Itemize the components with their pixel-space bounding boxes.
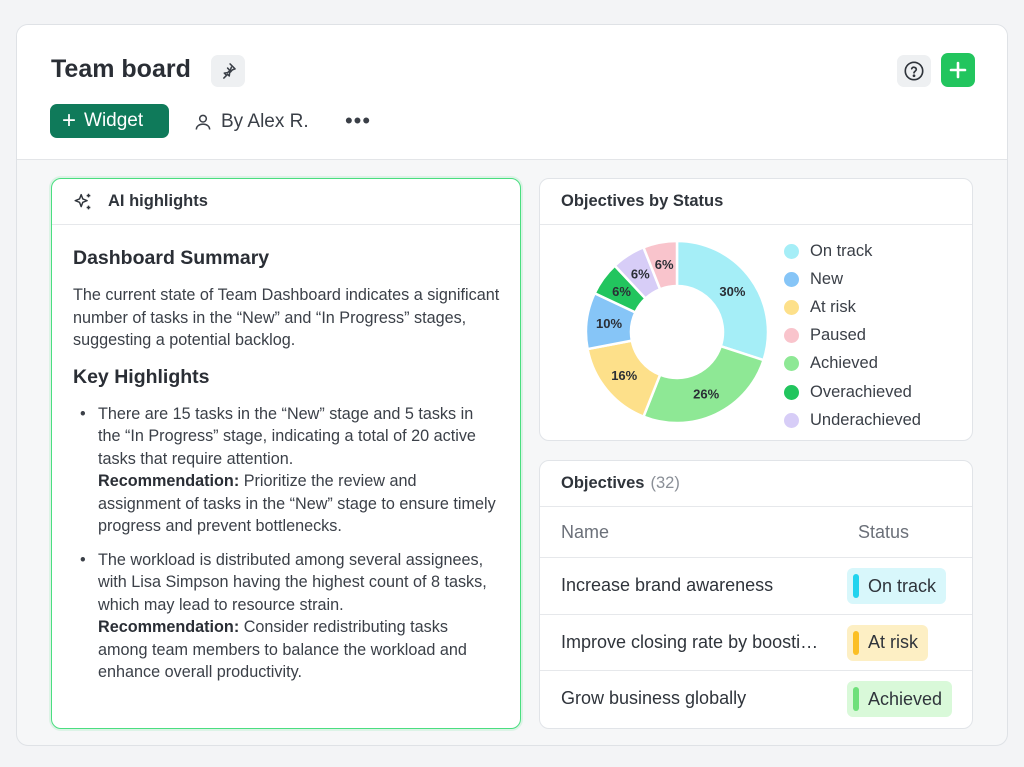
chart-legend: On track New At risk Paused Achieved Overachi… xyxy=(784,237,921,434)
widget-button-label: Widget xyxy=(84,110,144,131)
legend-item[interactable]: At risk xyxy=(784,293,921,321)
recommendation-label: Recommendation: xyxy=(98,618,240,636)
ai-highlights-header: AI highlights xyxy=(52,179,520,225)
add-widget-button[interactable]: + Widget xyxy=(50,104,169,138)
board-header: Team board + Widget By Alex R. ••• xyxy=(17,25,1007,160)
highlight-item: The workload is distributed among severa… xyxy=(73,549,500,684)
status-label: At risk xyxy=(868,632,919,652)
legend-item[interactable]: Overachieved xyxy=(784,378,921,406)
help-button[interactable] xyxy=(897,55,931,87)
legend-item[interactable]: Paused xyxy=(784,322,921,350)
plus-icon: + xyxy=(62,107,77,134)
help-icon xyxy=(904,61,924,81)
donut-slice-on-track[interactable] xyxy=(675,239,770,362)
slice-label: 6% xyxy=(612,284,631,299)
team-board: Team board + Widget By Alex R. ••• AI hi… xyxy=(16,24,1008,746)
column-name-header[interactable]: Name xyxy=(561,522,609,543)
more-options-button[interactable]: ••• xyxy=(343,108,373,133)
objective-name[interactable]: Grow business globally xyxy=(561,688,827,709)
status-badge: At risk xyxy=(847,624,929,661)
status-donut-chart: 30%26%16%10%6%6%6% xyxy=(584,239,770,425)
slice-label: 30% xyxy=(719,284,745,299)
slice-label: 6% xyxy=(655,257,674,272)
table-header: Name Status xyxy=(540,507,972,558)
highlights-heading: Key Highlights xyxy=(73,365,210,388)
table-row[interactable]: Grow business globally Achieved xyxy=(540,671,972,728)
legend-swatch xyxy=(784,356,799,372)
pin-button[interactable] xyxy=(211,55,245,87)
slice-label: 10% xyxy=(596,316,622,331)
legend-label: Achieved xyxy=(810,354,878,373)
user-icon xyxy=(195,114,211,130)
legend-swatch xyxy=(784,412,799,428)
slice-label: 6% xyxy=(631,267,650,282)
legend-label: New xyxy=(810,269,844,288)
legend-item[interactable]: On track xyxy=(784,237,921,265)
objectives-header: Objectives (32) xyxy=(540,461,972,507)
highlight-text: The workload is distributed among severa… xyxy=(98,550,487,614)
legend-label: On track xyxy=(810,241,873,260)
status-card-title: Objectives by Status xyxy=(561,192,724,210)
objectives-card: Objectives (32) Name Status Increase bra… xyxy=(539,460,973,729)
ai-highlights-title: AI highlights xyxy=(108,192,208,210)
pin-icon xyxy=(223,63,236,79)
status-badge: Achieved xyxy=(847,681,953,717)
legend-item[interactable]: Underachieved xyxy=(784,406,921,434)
legend-label: Underachieved xyxy=(810,410,921,429)
author-filter[interactable]: By Alex R. xyxy=(193,107,309,137)
column-status-header[interactable]: Status xyxy=(858,522,909,543)
objectives-by-status-card: Objectives by Status 30% 26% 16% 10% 6% 6% 6% … xyxy=(539,178,973,441)
legend-item[interactable]: Achieved xyxy=(784,350,921,378)
page-title: Team board xyxy=(51,55,191,83)
status-color-bar xyxy=(853,630,859,655)
sparkles-icon xyxy=(74,193,91,209)
slice-label: 16% xyxy=(611,368,637,383)
highlight-item: There are 15 tasks in the “New” stage an… xyxy=(73,403,500,538)
objectives-count: (32) xyxy=(650,474,680,492)
status-label: Achieved xyxy=(868,688,943,709)
status-color-bar xyxy=(853,574,859,598)
legend-swatch xyxy=(784,328,799,344)
summary-text: The current state of Team Dashboard indi… xyxy=(73,286,500,349)
objective-name[interactable]: Improve closing rate by boosting convers… xyxy=(561,632,827,653)
legend-label: Paused xyxy=(810,326,866,345)
status-badge: On track xyxy=(847,568,947,604)
objective-name[interactable]: Increase brand awareness xyxy=(561,575,827,596)
legend-swatch xyxy=(784,243,799,259)
ai-highlights-card: AI highlights Dashboard Summary The curr… xyxy=(51,178,521,729)
status-color-bar xyxy=(853,687,859,711)
summary-heading: Dashboard Summary xyxy=(73,247,270,269)
status-label: On track xyxy=(868,575,937,596)
recommendation-label: Recommendation: xyxy=(98,472,240,490)
legend-item[interactable]: New xyxy=(784,265,921,293)
highlight-text: There are 15 tasks in the “New” stage an… xyxy=(98,404,476,468)
legend-swatch xyxy=(784,271,799,287)
legend-label: At risk xyxy=(810,297,856,316)
author-label: By Alex R. xyxy=(221,111,309,132)
table-row[interactable]: Improve closing rate by boosting convers… xyxy=(540,615,972,671)
legend-label: Overachieved xyxy=(810,382,912,401)
highlights-list: There are 15 tasks in the “New” stage an… xyxy=(73,403,500,684)
status-card-header: Objectives by Status xyxy=(540,179,972,225)
donut-slice-achieved[interactable] xyxy=(641,344,766,425)
legend-swatch xyxy=(784,384,799,400)
slice-label: 26% xyxy=(693,386,719,401)
objectives-title: Objectives xyxy=(561,474,645,492)
legend-swatch xyxy=(784,299,799,315)
table-row[interactable]: Increase brand awareness On track xyxy=(540,558,972,615)
add-button[interactable] xyxy=(941,53,975,87)
plus-icon xyxy=(949,61,967,79)
